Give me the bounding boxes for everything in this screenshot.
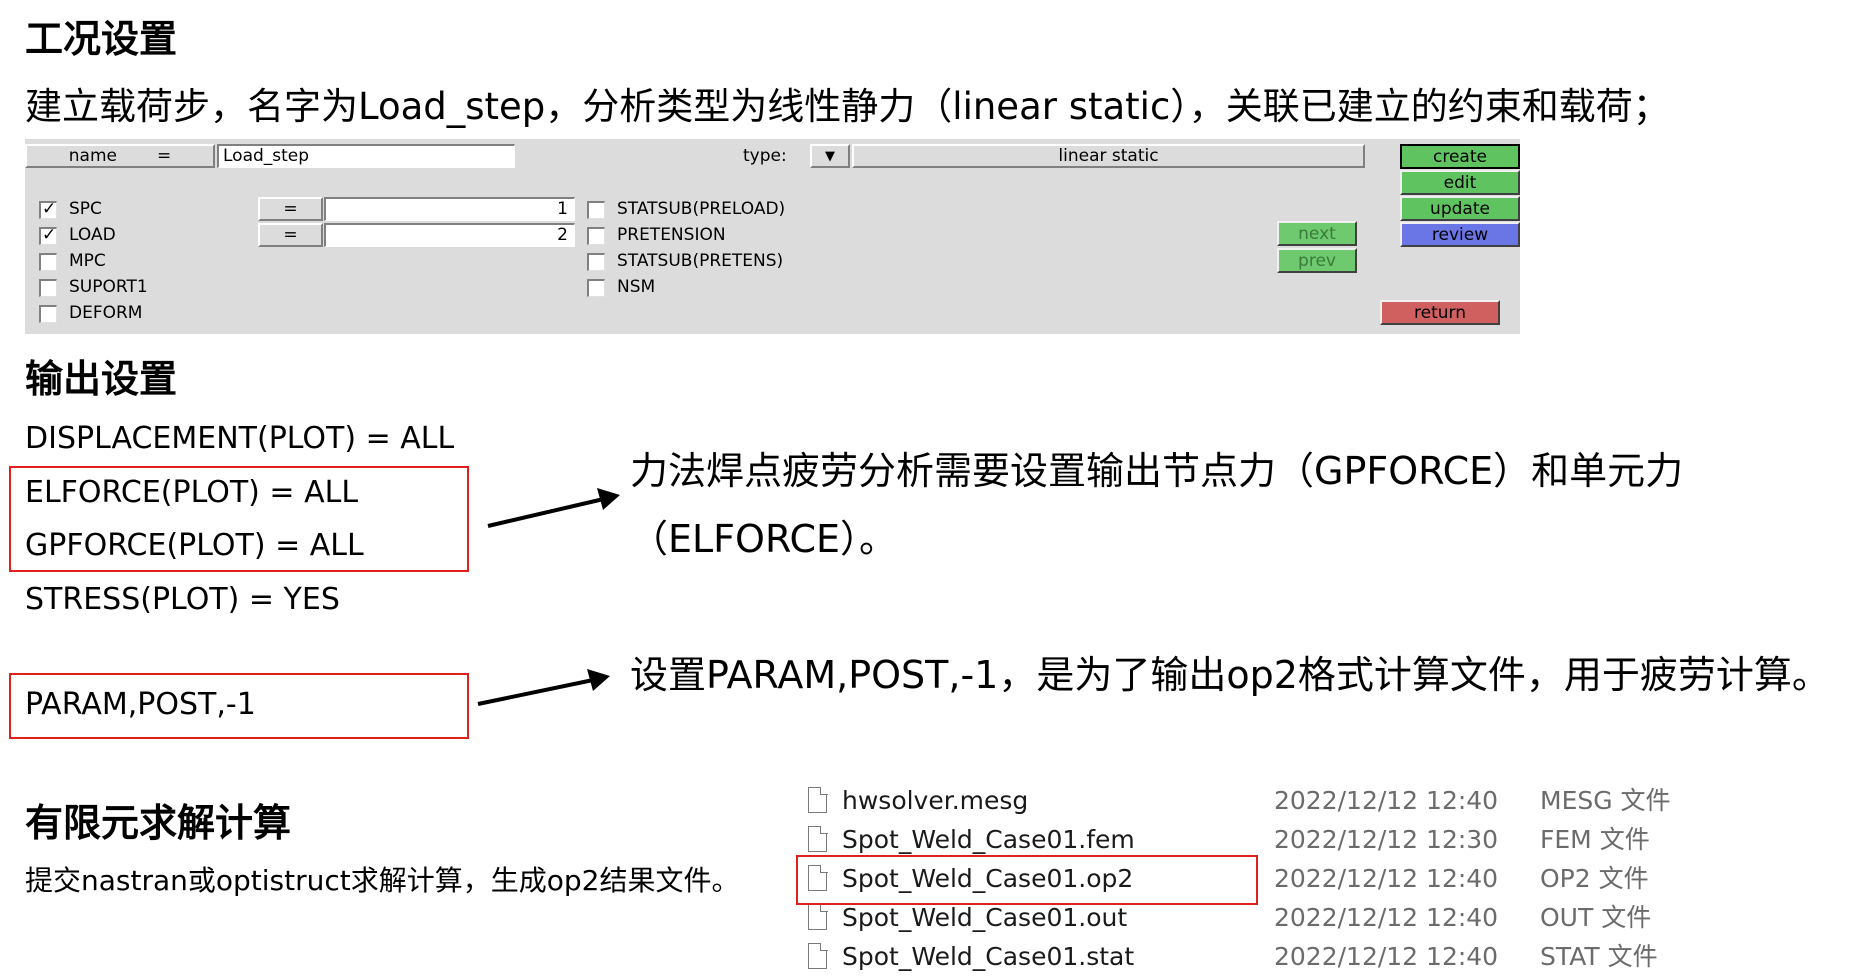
load-label: LOAD (69, 225, 116, 245)
fe-solve-description: 提交nastran或optistruct求解计算，生成op2结果文件。 (25, 864, 740, 897)
update-button[interactable]: update (1400, 196, 1520, 221)
suport1-label: SUPORT1 (69, 277, 148, 297)
file-name: hwsolver.mesg (842, 786, 1029, 815)
suport1-checkbox[interactable] (39, 279, 57, 297)
file-date: 2022/12/12 12:40 (1274, 864, 1499, 893)
section-heading-output: 输出设置 (25, 357, 178, 401)
nsm-label: NSM (617, 277, 656, 297)
load-equals-button[interactable]: = (258, 223, 323, 247)
mpc-label: MPC (69, 251, 106, 271)
file-icon (808, 825, 828, 852)
deform-label: DEFORM (69, 303, 143, 323)
edit-button[interactable]: edit (1400, 170, 1520, 195)
output-line-stress: STRESS(PLOT) = YES (25, 582, 340, 617)
pretension-label: PRETENSION (617, 225, 726, 245)
spc-label: SPC (69, 199, 102, 219)
output-line-displacement: DISPLACEMENT(PLOT) = ALL (25, 421, 455, 456)
file-name: Spot_Weld_Case01.stat (842, 942, 1135, 971)
nsm-checkbox[interactable] (587, 279, 605, 297)
mpc-checkbox[interactable] (39, 253, 57, 271)
name-equals: = (156, 146, 172, 166)
file-icon (808, 903, 828, 930)
loadstep-panel: name = Load_step type: ▼ linear static ✓… (25, 139, 1520, 334)
section-heading-load-case: 工况设置 (25, 17, 178, 61)
file-date: 2022/12/12 12:40 (1274, 942, 1499, 971)
checkmark-icon: ✓ (42, 199, 57, 219)
chevron-down-icon: ▼ (825, 148, 835, 164)
force-output-note-line1: 力法焊点疲劳分析需要设置输出节点力（GPFORCE）和单元力 (630, 449, 1684, 493)
statsub-pretens-checkbox[interactable] (587, 253, 605, 271)
spc-checkbox[interactable]: ✓ (39, 199, 57, 219)
type-dropdown-toggle[interactable]: ▼ (810, 144, 850, 168)
name-label: name (68, 146, 117, 166)
op2-file-highlight-box (796, 855, 1258, 905)
file-icon (808, 942, 828, 969)
force-output-highlight-box (9, 466, 469, 572)
file-row[interactable]: Spot_Weld_Case01.stat 2022/12/12 12:40 S… (808, 939, 1758, 977)
type-select[interactable]: linear static (852, 144, 1365, 168)
file-date: 2022/12/12 12:30 (1274, 825, 1499, 854)
file-type: STAT 文件 (1540, 942, 1658, 971)
deform-checkbox[interactable] (39, 305, 57, 323)
load-id-input[interactable]: 2 (324, 223, 575, 247)
file-type: OUT 文件 (1540, 903, 1652, 932)
file-name: Spot_Weld_Case01.fem (842, 825, 1135, 854)
file-type: FEM 文件 (1540, 825, 1650, 854)
file-date: 2022/12/12 12:40 (1274, 903, 1499, 932)
param-post-highlight-box (9, 673, 469, 739)
force-output-note-line2: （ELFORCE）。 (630, 517, 898, 561)
file-type: OP2 文件 (1540, 864, 1649, 893)
prev-button[interactable]: prev (1277, 248, 1357, 273)
checkmark-icon: ✓ (42, 225, 57, 245)
file-icon (808, 786, 828, 813)
param-post-note: 设置PARAM,POST,-1，是为了输出op2格式计算文件，用于疲劳计算。 (630, 653, 1830, 697)
review-button[interactable]: review (1400, 222, 1520, 247)
pretension-checkbox[interactable] (587, 227, 605, 245)
type-label: type: (743, 146, 787, 166)
statsub-pretens-label: STATSUB(PRETENS) (617, 251, 784, 271)
arrow-icon (487, 488, 620, 528)
arrow-icon (477, 669, 610, 706)
section-heading-fe-solve: 有限元求解计算 (25, 801, 292, 845)
name-label-button[interactable]: name = (25, 144, 215, 168)
create-button[interactable]: create (1400, 144, 1520, 169)
file-row[interactable]: hwsolver.mesg 2022/12/12 12:40 MESG 文件 (808, 783, 1758, 821)
file-type: MESG 文件 (1540, 786, 1671, 815)
name-input[interactable]: Load_step (217, 144, 515, 168)
return-button[interactable]: return (1380, 300, 1500, 325)
statsub-preload-label: STATSUB(PRELOAD) (617, 199, 786, 219)
load-checkbox[interactable]: ✓ (39, 225, 57, 245)
load-case-description: 建立载荷步，名字为Load_step，分析类型为线性静力（linear stat… (25, 85, 1670, 128)
file-date: 2022/12/12 12:40 (1274, 786, 1499, 815)
statsub-preload-checkbox[interactable] (587, 201, 605, 219)
file-name: Spot_Weld_Case01.out (842, 903, 1128, 932)
next-button[interactable]: next (1277, 221, 1357, 246)
spc-equals-button[interactable]: = (258, 197, 323, 221)
spc-id-input[interactable]: 1 (324, 197, 575, 221)
file-row[interactable]: Spot_Weld_Case01.out 2022/12/12 12:40 OU… (808, 900, 1758, 938)
